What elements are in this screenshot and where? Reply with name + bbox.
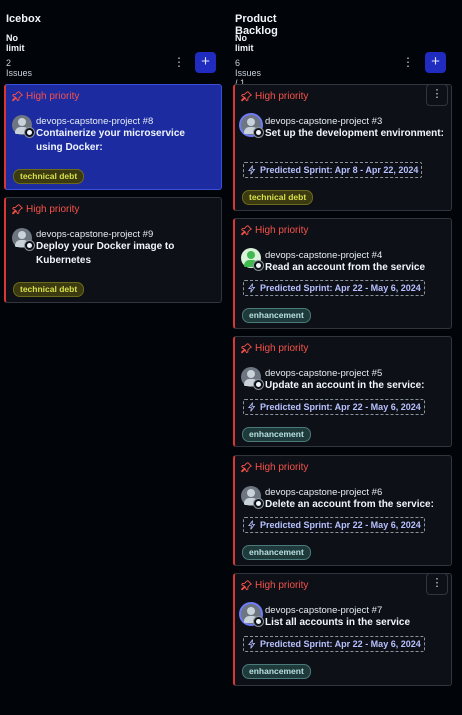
label-enhancement[interactable]: enhancement — [242, 664, 311, 679]
issue-card[interactable]: ⋮ High priority devops-capstone-project … — [233, 573, 452, 686]
label-technical-debt[interactable]: technical debt — [242, 190, 314, 205]
label-enhancement[interactable]: enhancement — [242, 308, 311, 323]
github-avatar-icon — [241, 115, 264, 138]
predicted-sprint: Predicted Sprint: Apr 8 - Apr 22, 2024 — [243, 162, 423, 178]
label-enhancement[interactable]: enhancement — [242, 427, 311, 442]
pin-icon — [12, 91, 23, 102]
pin-icon — [241, 580, 252, 591]
priority-field: High priority — [241, 580, 308, 591]
issue-title[interactable]: Read an account from the service — [265, 261, 450, 275]
issue-title[interactable]: Update an account in the service: — [265, 379, 450, 393]
issue-title[interactable]: Delete an account from the service: — [265, 498, 450, 512]
predicted-sprint: Predicted Sprint: Apr 22 - May 6, 2024 — [243, 280, 425, 296]
column-limit: No limit — [6, 33, 25, 53]
github-avatar-icon — [241, 248, 264, 271]
issue-title[interactable]: List all accounts in the service — [265, 616, 450, 630]
priority-field: High priority — [241, 225, 308, 236]
predicted-sprint: Predicted Sprint: Apr 22 - May 6, 2024 — [243, 399, 425, 415]
priority-field: High priority — [241, 462, 308, 473]
issue-repo[interactable]: devops-capstone-project #3 — [265, 116, 382, 127]
priority-field: High priority — [12, 91, 79, 102]
issue-title[interactable]: Set up the development environment: — [265, 127, 445, 141]
github-avatar-icon — [12, 228, 35, 251]
card-menu-icon[interactable]: ⋮ — [426, 573, 448, 595]
issue-card[interactable]: High priority devops-capstone-project #8… — [4, 84, 222, 190]
github-avatar-icon — [241, 486, 264, 509]
issue-card[interactable]: High priority devops-capstone-project #5… — [233, 336, 452, 447]
issue-card[interactable]: High priority devops-capstone-project #6… — [233, 455, 452, 566]
column-title: Icebox — [6, 13, 41, 25]
issue-repo[interactable]: devops-capstone-project #7 — [265, 605, 382, 616]
label-enhancement[interactable]: enhancement — [242, 545, 311, 560]
lightning-icon — [248, 283, 256, 293]
column-menu-icon[interactable]: ⋮ — [399, 53, 417, 71]
pin-icon — [241, 462, 252, 473]
label-technical-debt[interactable]: technical debt — [13, 282, 85, 297]
column-limit: No limit — [235, 33, 254, 53]
predicted-sprint: Predicted Sprint: Apr 22 - May 6, 2024 — [243, 636, 425, 652]
priority-field: High priority — [241, 91, 308, 102]
issue-repo[interactable]: devops-capstone-project #5 — [265, 368, 382, 379]
lightning-icon — [248, 165, 256, 175]
lightning-icon — [248, 402, 256, 412]
label-technical-debt[interactable]: technical debt — [13, 169, 85, 184]
pin-icon — [241, 343, 252, 354]
issue-title[interactable]: Containerize your microservice using Doc… — [36, 127, 206, 155]
add-item-button[interactable]: + — [425, 52, 446, 73]
issue-title[interactable]: Deploy your Docker image to Kubernetes — [36, 240, 206, 268]
add-item-button[interactable]: + — [195, 52, 216, 73]
priority-field: High priority — [12, 204, 79, 215]
issue-card[interactable]: High priority devops-capstone-project #4… — [233, 218, 452, 329]
lightning-icon — [248, 520, 256, 530]
issue-repo[interactable]: devops-capstone-project #6 — [265, 487, 382, 498]
issue-card[interactable]: ⋮ High priority devops-capstone-project … — [233, 84, 452, 211]
github-avatar-icon — [12, 115, 35, 138]
issue-card[interactable]: High priority devops-capstone-project #9… — [4, 197, 222, 303]
pin-icon — [241, 91, 252, 102]
column-menu-icon[interactable]: ⋮ — [170, 53, 188, 71]
github-avatar-icon — [241, 367, 264, 390]
pin-icon — [241, 225, 252, 236]
issue-repo[interactable]: devops-capstone-project #4 — [265, 250, 382, 261]
column-count: 2 Issues — [6, 58, 33, 78]
issue-repo[interactable]: devops-capstone-project #8 — [36, 116, 153, 127]
predicted-sprint: Predicted Sprint: Apr 22 - May 6, 2024 — [243, 517, 425, 533]
priority-field: High priority — [241, 343, 308, 354]
lightning-icon — [248, 639, 256, 649]
issue-repo[interactable]: devops-capstone-project #9 — [36, 229, 153, 240]
github-avatar-icon — [241, 604, 264, 627]
card-menu-icon[interactable]: ⋮ — [426, 84, 448, 106]
pin-icon — [12, 204, 23, 215]
